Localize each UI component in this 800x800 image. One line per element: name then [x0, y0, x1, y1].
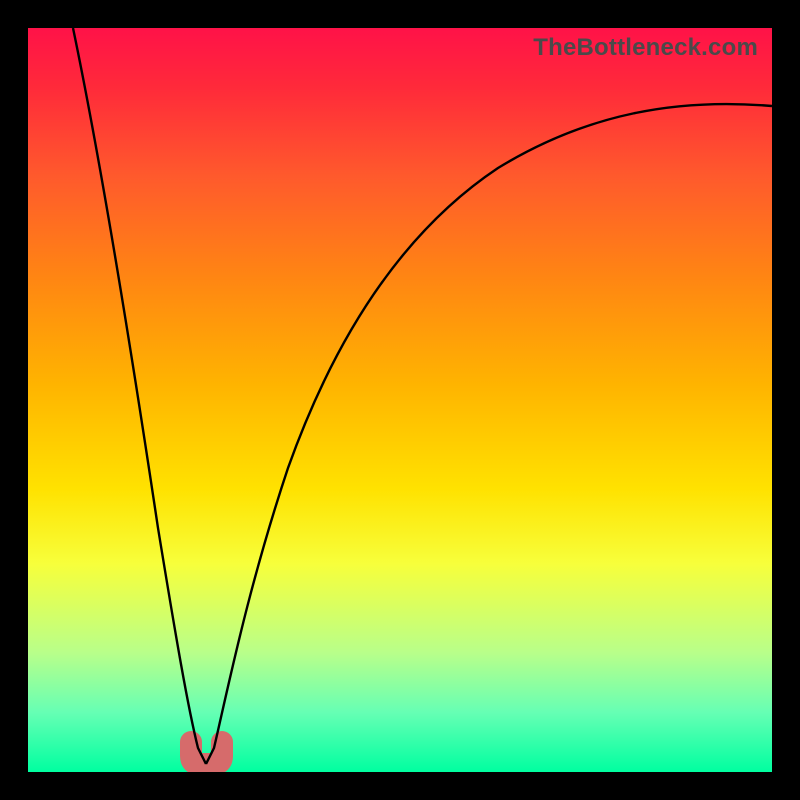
- curve-right-branch: [206, 104, 772, 764]
- curve-layer: [28, 28, 772, 772]
- plot-area: TheBottleneck.com: [28, 28, 772, 772]
- chart-stage: TheBottleneck.com: [0, 0, 800, 800]
- curve-left-branch: [73, 28, 206, 764]
